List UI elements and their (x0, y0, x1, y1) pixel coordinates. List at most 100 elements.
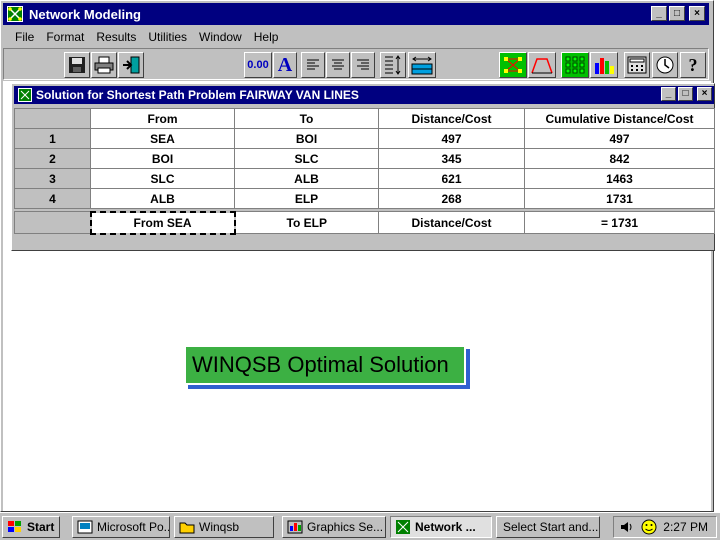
table-row: 1 SEA BOI 497 497 (14, 128, 715, 149)
child-minimize-button[interactable]: _ (661, 87, 676, 101)
table-row: 4 ALB ELP 268 1731 (14, 188, 715, 209)
menu-results[interactable]: Results (90, 30, 142, 44)
print-button[interactable] (91, 52, 117, 78)
calculator-button[interactable] (624, 52, 650, 78)
network-doc-icon (18, 88, 32, 102)
smiley-icon[interactable] (641, 519, 657, 535)
task-powerpoint[interactable]: Microsoft Po... (72, 516, 170, 538)
speaker-icon[interactable] (619, 520, 635, 534)
menu-window[interactable]: Window (193, 30, 248, 44)
network-graph-icon (504, 57, 522, 73)
cell-to[interactable]: ALB (234, 168, 379, 189)
maximize-icon: □ (682, 88, 689, 99)
column-width-button[interactable] (408, 52, 436, 78)
column-header-from[interactable]: From (90, 108, 235, 129)
exit-button[interactable] (118, 52, 144, 78)
summary-to[interactable]: To ELP (234, 211, 379, 234)
grid-button[interactable] (561, 52, 589, 78)
child-close-button[interactable]: × (697, 87, 712, 101)
summary-row-number (14, 211, 91, 234)
column-header-to[interactable]: To (234, 108, 379, 129)
font-button[interactable]: A (273, 52, 297, 78)
minimize-button[interactable]: _ (651, 6, 667, 21)
row-height-button[interactable] (380, 52, 406, 78)
network-icon (396, 520, 410, 534)
cell-to[interactable]: BOI (234, 128, 379, 149)
cell-distance[interactable]: 345 (378, 148, 525, 169)
menu-help[interactable]: Help (248, 30, 285, 44)
network-app-icon (7, 6, 23, 22)
cell-to[interactable]: SLC (234, 148, 379, 169)
save-button[interactable] (64, 52, 90, 78)
save-icon (69, 57, 85, 73)
child-maximize-button[interactable]: □ (678, 87, 693, 101)
summary-row: From SEA To ELP Distance/Cost = 1731 (14, 210, 715, 235)
task-winqsb[interactable]: Winqsb (174, 516, 274, 538)
row-number[interactable]: 4 (14, 188, 91, 209)
mdi-area: Solution for Shortest Path Problem FAIRW… (3, 81, 715, 511)
solution-titlebar[interactable]: Solution for Shortest Path Problem FAIRW… (14, 86, 714, 104)
solution-title: Solution for Shortest Path Problem FAIRW… (36, 88, 359, 102)
menu-file[interactable]: File (9, 30, 40, 44)
system-tray: 2:27 PM (613, 516, 717, 538)
app-titlebar[interactable]: Network Modeling _ □ × (3, 3, 709, 25)
column-header-distance[interactable]: Distance/Cost (378, 108, 525, 129)
cell-from[interactable]: BOI (90, 148, 235, 169)
app-title: Network Modeling (29, 7, 141, 22)
table-row: 2 BOI SLC 345 842 (14, 148, 715, 169)
menu-utilities[interactable]: Utilities (142, 30, 193, 44)
task-select-start[interactable]: Select Start and... (496, 516, 600, 538)
minimize-icon: _ (656, 7, 662, 19)
cell-cumulative[interactable]: 1463 (524, 168, 715, 189)
row-height-icon (385, 55, 401, 75)
cell-distance[interactable]: 621 (378, 168, 525, 189)
task-graphics[interactable]: Graphics Se... (282, 516, 386, 538)
align-center-button[interactable] (326, 52, 350, 78)
start-label: Start (27, 520, 55, 534)
cell-distance[interactable]: 268 (378, 188, 525, 209)
taskbar: Start Microsoft Po... Winqsb Graphics Se… (0, 512, 720, 540)
task-label: Winqsb (199, 520, 240, 534)
clock[interactable]: 2:27 PM (663, 520, 708, 534)
curve-graph-button[interactable] (528, 52, 556, 78)
close-icon: × (694, 7, 700, 19)
summary-total[interactable]: = 1731 (524, 211, 715, 234)
minimize-icon: _ (665, 88, 672, 99)
start-button[interactable]: Start (2, 516, 60, 538)
clock-button[interactable] (652, 52, 678, 78)
toolbar: 0.00 A ? (3, 48, 709, 80)
task-label: Network ... (415, 520, 476, 534)
align-right-button[interactable] (351, 52, 375, 78)
calculator-icon (627, 56, 647, 74)
exit-icon (123, 56, 140, 74)
maximize-icon: □ (673, 7, 681, 19)
task-network[interactable]: Network ... (390, 516, 492, 538)
cell-distance[interactable]: 497 (378, 128, 525, 149)
decimal-button[interactable]: 0.00 (244, 52, 272, 78)
close-icon: × (701, 88, 708, 99)
close-button[interactable]: × (689, 6, 705, 21)
align-left-icon (307, 59, 319, 70)
network-graph-button[interactable] (499, 52, 527, 78)
clock-icon (656, 56, 674, 74)
row-number[interactable]: 2 (14, 148, 91, 169)
decimal-icon: 0.00 (247, 59, 269, 71)
cell-to[interactable]: ELP (234, 188, 379, 209)
align-left-button[interactable] (301, 52, 325, 78)
column-header-cumulative[interactable]: Cumulative Distance/Cost (524, 108, 715, 129)
cell-from[interactable]: SLC (90, 168, 235, 189)
summary-label[interactable]: Distance/Cost (378, 211, 525, 234)
maximize-button[interactable]: □ (669, 6, 685, 21)
graphics-icon (287, 520, 303, 534)
row-number[interactable]: 3 (14, 168, 91, 189)
menu-format[interactable]: Format (40, 30, 90, 44)
cell-from[interactable]: SEA (90, 128, 235, 149)
row-number[interactable]: 1 (14, 128, 91, 149)
cell-from[interactable]: ALB (90, 188, 235, 209)
help-button[interactable]: ? (680, 52, 706, 78)
cell-cumulative[interactable]: 1731 (524, 188, 715, 209)
cell-cumulative[interactable]: 497 (524, 128, 715, 149)
cell-cumulative[interactable]: 842 (524, 148, 715, 169)
summary-from[interactable]: From SEA (89, 210, 236, 235)
bar-chart-button[interactable] (590, 52, 618, 78)
